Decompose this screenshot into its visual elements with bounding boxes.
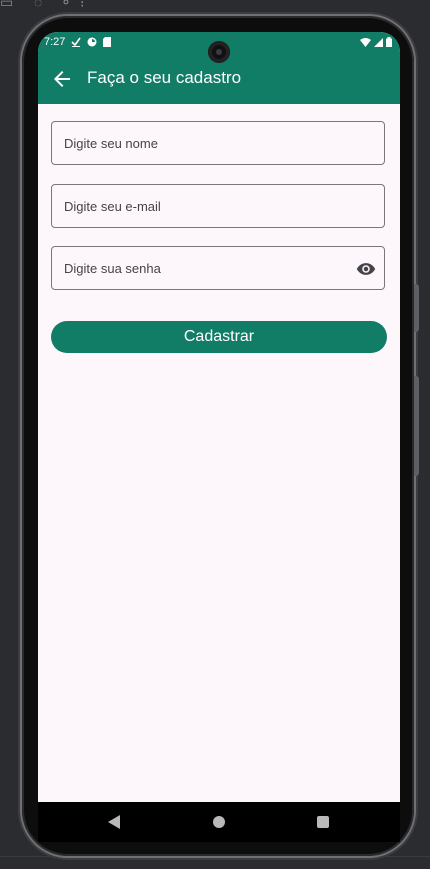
register-button[interactable]: Cadastrar — [51, 321, 387, 353]
more-tool-icon[interactable]: ⁝ — [80, 0, 84, 11]
name-field[interactable] — [51, 121, 385, 165]
sync-notification-icon — [87, 37, 97, 47]
nav-home-icon[interactable] — [213, 816, 225, 828]
system-navigation-bar — [38, 802, 400, 842]
power-button[interactable] — [414, 284, 419, 332]
device-screen: 7:27 Faça o seu cadastro Digite seu nome… — [38, 32, 400, 802]
emulator-toolbar: ▭ ◌ ⚬ ⁝ — [0, 0, 430, 14]
settings-tool-icon[interactable]: ⚬ — [60, 0, 72, 11]
sd-card-notification-icon — [103, 37, 112, 47]
arrow-back-icon[interactable] — [50, 67, 74, 91]
name-input[interactable] — [52, 122, 384, 164]
nav-back-icon[interactable] — [108, 815, 120, 829]
wifi-icon — [360, 37, 371, 47]
nav-recents-icon[interactable] — [317, 816, 329, 828]
rotate-tool-icon[interactable]: ◌ — [34, 0, 42, 10]
checkmark-notification-icon — [71, 37, 82, 47]
password-input[interactable] — [52, 247, 384, 289]
volume-button[interactable] — [414, 376, 419, 476]
front-camera — [208, 41, 230, 63]
email-field[interactable] — [51, 184, 385, 228]
eye-icon[interactable] — [356, 259, 376, 279]
password-field[interactable] — [51, 246, 385, 290]
status-time: 7:27 — [44, 36, 66, 48]
page-title: Faça o seu cadastro — [87, 68, 242, 87]
cellular-signal-icon — [374, 37, 383, 47]
emulator-bottom-bar — [0, 856, 430, 869]
battery-icon — [386, 37, 392, 47]
camera-tool-icon[interactable]: ▭ — [0, 0, 13, 11]
email-input[interactable] — [52, 185, 384, 227]
